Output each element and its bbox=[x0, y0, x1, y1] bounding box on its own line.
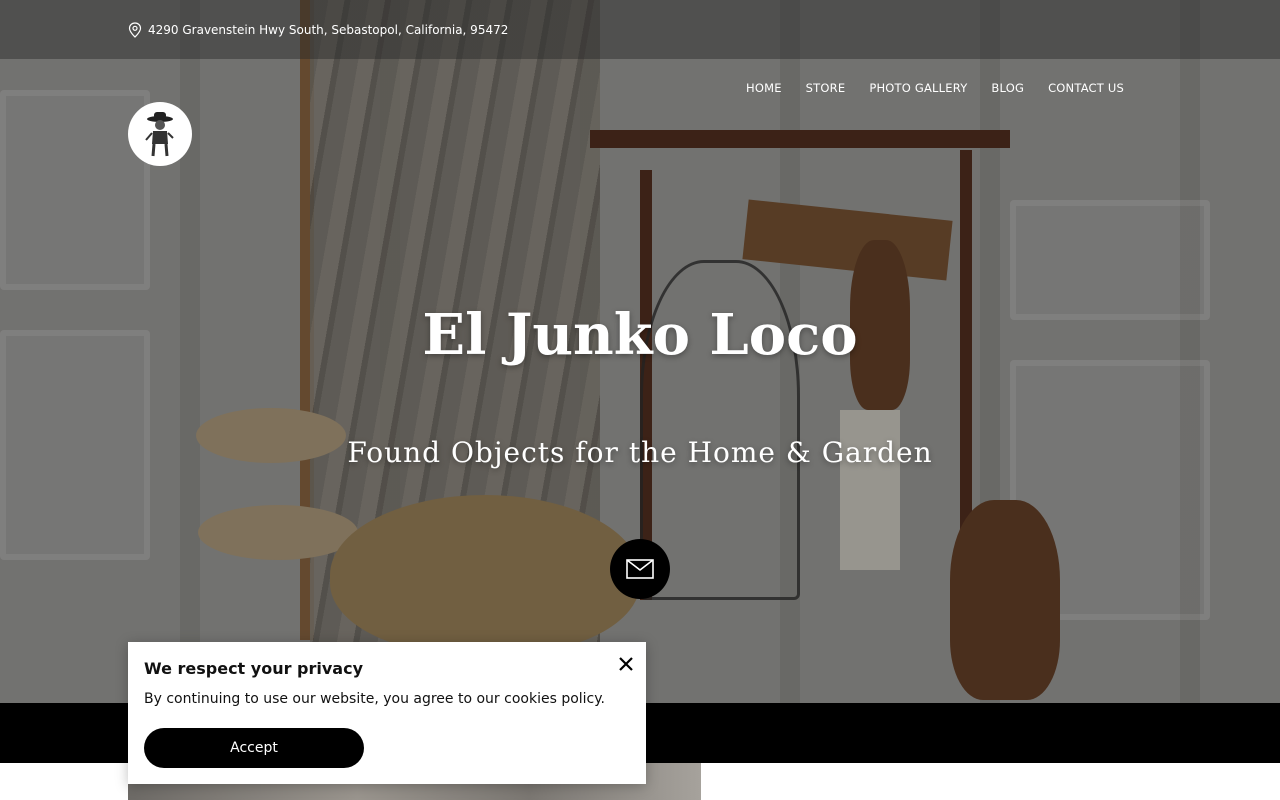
accept-cookies-button[interactable]: Accept bbox=[144, 728, 364, 768]
cookie-message: By continuing to use our website, you ag… bbox=[144, 691, 605, 707]
nav-item-blog[interactable]: BLOG bbox=[991, 78, 1024, 98]
nav-item-store[interactable]: STORE bbox=[806, 78, 846, 98]
nav-item-photo-gallery[interactable]: PHOTO GALLERY bbox=[869, 78, 967, 98]
close-icon bbox=[619, 657, 633, 671]
site-logo[interactable] bbox=[128, 102, 192, 166]
main-nav: HOME STORE PHOTO GALLERY BLOG CONTACT US bbox=[746, 78, 1124, 98]
nav-item-home[interactable]: HOME bbox=[746, 78, 782, 98]
address-text: 4290 Gravenstein Hwy South, Sebastopol, … bbox=[148, 23, 509, 37]
cookie-banner: We respect your privacy By continuing to… bbox=[128, 642, 646, 784]
site-title: El Junko Loco bbox=[422, 302, 858, 368]
location-pin-icon bbox=[128, 22, 142, 38]
cookie-close-button[interactable] bbox=[616, 654, 636, 674]
contact-email-button[interactable] bbox=[610, 539, 670, 599]
cookie-heading: We respect your privacy bbox=[144, 659, 364, 678]
envelope-icon bbox=[626, 559, 654, 579]
nav-item-contact-us[interactable]: CONTACT US bbox=[1048, 78, 1124, 98]
address[interactable]: 4290 Gravenstein Hwy South, Sebastopol, … bbox=[128, 20, 508, 40]
cowboy-figure-icon bbox=[145, 112, 174, 157]
site-tagline: Found Objects for the Home & Garden bbox=[347, 436, 933, 469]
